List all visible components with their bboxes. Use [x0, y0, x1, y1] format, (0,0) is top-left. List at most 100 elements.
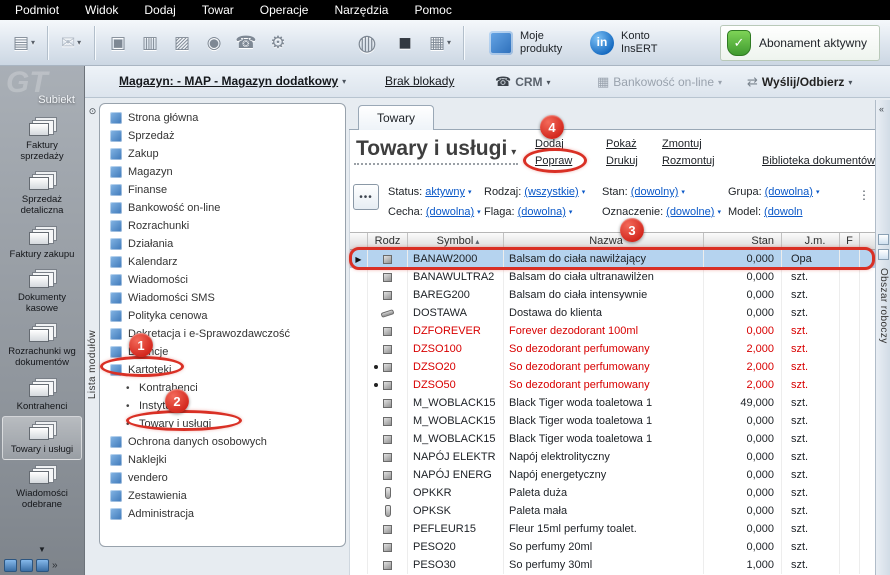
column-header-rodz[interactable]: Rodz	[368, 233, 408, 249]
modules-panel-tab[interactable]: ⊙ Lista modułów	[86, 100, 99, 547]
column-header-nazwa[interactable]: Nazwa	[504, 233, 704, 249]
abonament-button[interactable]: ✓ Abonament aktywny	[720, 25, 880, 61]
menu-item-narzędzia[interactable]: Narzędzia	[321, 0, 401, 20]
nav-item-instytucje[interactable]: •Instytucje	[100, 397, 345, 415]
nav-item-kartoteki[interactable]: Kartoteki	[100, 361, 345, 379]
table-row[interactable]: NAPÓJ ENERGNapój energetyczny0,000szt.	[350, 466, 875, 484]
filter-overflow-icon[interactable]: ⋮	[858, 188, 870, 202]
web-globe-button[interactable]: ◍	[348, 25, 386, 61]
payment-card-button[interactable]: ▥	[134, 25, 166, 61]
nav-item-dekretacja-i-e-sprawozdawczość[interactable]: Dekretacja i e-Sprawozdawczość	[100, 325, 345, 343]
konto-insert-button[interactable]: in Konto InsERT	[590, 30, 673, 55]
table-row[interactable]: M_WOBLACK15Black Tiger woda toaletowa 10…	[350, 430, 875, 448]
page-title-menu[interactable]: Towary i usługi ▾	[354, 137, 518, 165]
dodaj-button[interactable]: Dodaj	[535, 136, 572, 153]
nav-item-finanse[interactable]: Finanse	[100, 181, 345, 199]
sidebar-item-sprzedaż-detaliczna[interactable]: Sprzedaż detaliczna	[2, 166, 82, 220]
drukuj-button[interactable]: Drukuj	[606, 153, 638, 170]
filter-value-link[interactable]: (dowoln	[764, 206, 803, 218]
sidebar-item-kontrahenci[interactable]: Kontrahenci	[2, 373, 82, 417]
column-header-f[interactable]: F	[840, 233, 860, 249]
menu-item-dodaj[interactable]: Dodaj	[131, 0, 188, 20]
phone-devices-button[interactable]: ☎	[230, 25, 262, 61]
table-row[interactable]: PESO30So perfumy 30ml1,000szt.	[350, 556, 875, 574]
rozmontuj-button[interactable]: Rozmontuj	[662, 153, 715, 170]
sidebar-more-arrow-icon[interactable]: ▼	[0, 545, 84, 554]
menu-item-widok[interactable]: Widok	[72, 0, 131, 20]
nav-item-towary-i-usługi[interactable]: •Towary i usługi	[100, 415, 345, 433]
wyslij-odbierz-dropdown[interactable]: ⇄ Wyślij/Odbierz ▾	[747, 74, 852, 90]
sidebar-item-dokumenty-kasowe[interactable]: Dokumenty kasowe	[2, 264, 82, 318]
zmontuj-button[interactable]: Zmontuj	[662, 136, 715, 153]
nav-item-wiadomości[interactable]: Wiadomości	[100, 271, 345, 289]
table-row[interactable]: M_WOBLACK15Black Tiger woda toaletowa 10…	[350, 412, 875, 430]
nav-item-naklejki[interactable]: Naklejki	[100, 451, 345, 469]
table-row[interactable]: DZSO50So dezodorant perfumowany2,000szt.	[350, 376, 875, 394]
nav-item-zestawienia[interactable]: Zestawienia	[100, 487, 345, 505]
nav-item-sprzedaż[interactable]: Sprzedaż	[100, 127, 345, 145]
sidebar-item-faktury-sprzedaży[interactable]: Faktury sprzedaży	[2, 112, 82, 166]
sidebar-item-faktury-zakupu[interactable]: Faktury zakupu	[2, 221, 82, 265]
nav-item-magazyn[interactable]: Magazyn	[100, 163, 345, 181]
settings-gear-button[interactable]: ⚙	[262, 25, 294, 61]
table-row[interactable]: OPKSKPaleta mała0,000szt.	[350, 502, 875, 520]
column-header-j-m[interactable]: J.m.	[782, 233, 840, 249]
table-row[interactable]: M_WOBLACK15Black Tiger woda toaletowa 14…	[350, 394, 875, 412]
filter-value-link[interactable]: (dowolna)	[426, 206, 474, 218]
column-header-symbol[interactable]: Symbol▴	[408, 233, 504, 249]
menu-item-podmiot[interactable]: Podmiot	[2, 0, 72, 20]
nav-item-rozrachunki[interactable]: Rozrachunki	[100, 217, 345, 235]
nav-item-kontrahenci[interactable]: •Kontrahenci	[100, 379, 345, 397]
workstation-button[interactable]: ▦▾	[424, 25, 456, 61]
workspace-tool-icon[interactable]	[878, 249, 889, 260]
magazyn-selector[interactable]: Magazyn: - MAP - Magazyn dodatkowy ▾	[119, 74, 346, 88]
popraw-button[interactable]: Popraw	[535, 153, 572, 170]
nav-item-strona-główna[interactable]: Strona główna	[100, 109, 345, 127]
sidebar-item-wiadomości-odebrane[interactable]: Wiadomości odebrane	[2, 460, 82, 514]
printer-button[interactable]: ▨	[166, 25, 198, 61]
table-row[interactable]: ▶BANAW2000Balsam do ciała nawilżający0,0…	[350, 250, 875, 268]
mail-send-button[interactable]: ✉▾	[55, 25, 87, 61]
workspace-panel-tab[interactable]: « Obszar roboczy	[875, 100, 890, 575]
pokaz-button[interactable]: Pokaż	[606, 136, 638, 153]
nav-item-działania[interactable]: Działania	[100, 235, 345, 253]
table-row[interactable]: OPKKRPaleta duża0,000szt.	[350, 484, 875, 502]
dock-overflow-icon[interactable]: »	[52, 560, 58, 571]
nav-item-vendero[interactable]: vendero	[100, 469, 345, 487]
collapse-panel-icon[interactable]: «	[879, 104, 884, 114]
nav-item-administracja[interactable]: Administracja	[100, 505, 345, 523]
sidebar-item-rozrachunki-wg-dokumentów[interactable]: Rozrachunki wg dokumentów	[2, 318, 82, 372]
dock-module-icon[interactable]	[20, 559, 33, 572]
menu-item-operacje[interactable]: Operacje	[247, 0, 322, 20]
filter-value-link[interactable]: (dowolna)	[518, 206, 566, 218]
nav-item-licencje[interactable]: Licencje	[100, 343, 345, 361]
table-row[interactable]: BANAWULTRA2Balsam do ciała ultranawilżen…	[350, 268, 875, 286]
table-row[interactable]: BAREG200Balsam do ciała intensywnie0,000…	[350, 286, 875, 304]
nav-item-kalendarz[interactable]: Kalendarz	[100, 253, 345, 271]
table-row[interactable]: DZFOREVERForever dezodorant 100ml0,000sz…	[350, 322, 875, 340]
sidebar-item-towary-i-usługi[interactable]: Towary i usługi	[2, 416, 82, 460]
dock-module-icon[interactable]	[4, 559, 17, 572]
package-cube-button[interactable]: ■	[386, 25, 424, 61]
nav-item-bankowość-on-line[interactable]: Bankowość on-line	[100, 199, 345, 217]
cash-coins-button[interactable]: ◉	[198, 25, 230, 61]
nav-item-zakup[interactable]: Zakup	[100, 145, 345, 163]
nav-item-polityka-cenowa[interactable]: Polityka cenowa	[100, 307, 345, 325]
moje-produkty-button[interactable]: Moje produkty	[489, 30, 572, 55]
filter-value-link[interactable]: (dowolna)	[765, 186, 813, 198]
filter-value-link[interactable]: (dowolne)	[666, 206, 714, 218]
tab-towary[interactable]: Towary	[358, 105, 434, 130]
table-row[interactable]: DOSTAWADostawa do klienta0,000szt.	[350, 304, 875, 322]
column-header-stan[interactable]: Stan	[704, 233, 782, 249]
menu-item-pomoc[interactable]: Pomoc	[401, 0, 464, 20]
cash-register-button[interactable]: ▣	[102, 25, 134, 61]
table-row[interactable]: DZSO100So dezodorant perfumowany2,000szt…	[350, 340, 875, 358]
pin-icon[interactable]: ⊙	[86, 106, 99, 117]
table-row[interactable]: DZSO20So dezodorant perfumowany2,000szt.	[350, 358, 875, 376]
filter-value-link[interactable]: aktywny	[425, 186, 465, 198]
table-row[interactable]: PEFLEUR15Fleur 15ml perfumy toalet.0,000…	[350, 520, 875, 538]
crm-dropdown[interactable]: ☎ CRM ▾	[495, 74, 551, 90]
nav-item-ochrona-danych-osobowych[interactable]: Ochrona danych osobowych	[100, 433, 345, 451]
filter-value-link[interactable]: (wszystkie)	[524, 186, 578, 198]
menu-item-towar[interactable]: Towar	[189, 0, 247, 20]
